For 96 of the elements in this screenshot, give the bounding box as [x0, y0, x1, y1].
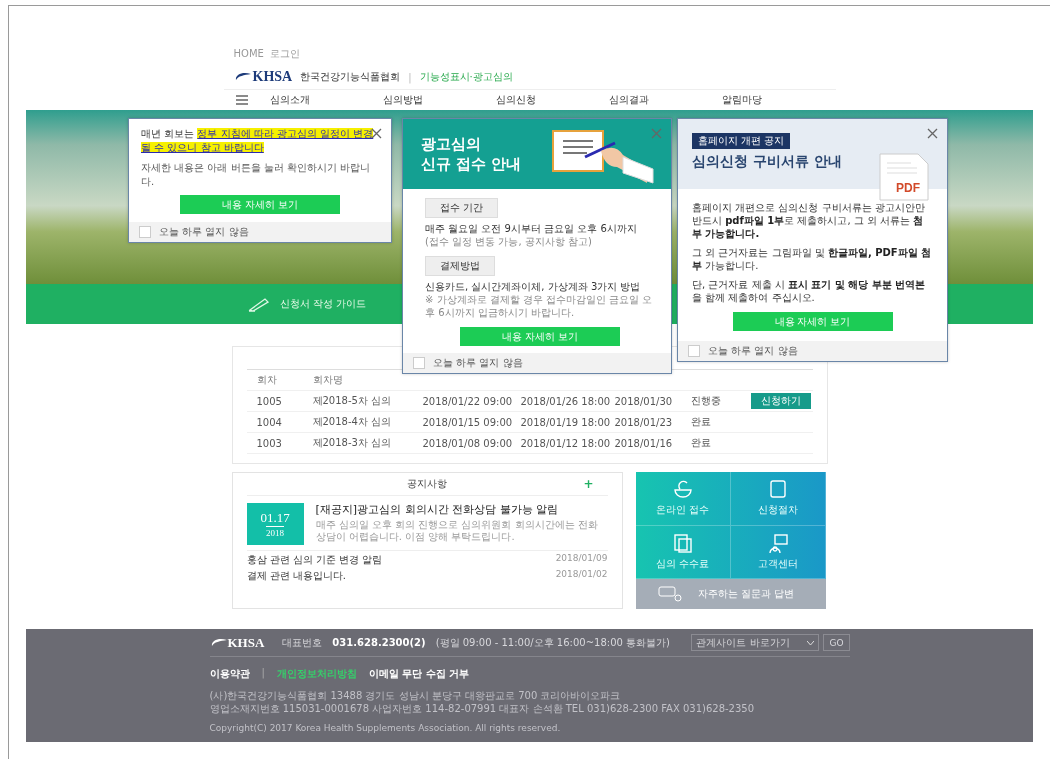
- table-cell: 2018/01/30: [614, 395, 673, 407]
- quick-menu-link[interactable]: 신청절차: [757, 503, 798, 518]
- nav-item[interactable]: 알림마당: [722, 93, 836, 107]
- popup-title: 심의신청 구비서류 안내: [692, 153, 843, 171]
- info-text: 매주 월요일 오전 9시부터 금요일 오후 6시까지: [425, 222, 638, 235]
- close-icon[interactable]: [371, 128, 382, 139]
- popup-title: 광고심의 신규 접수 안내: [421, 134, 522, 174]
- info-text: 신용카드, 실시간계좌이체, 가상계좌 3가지 방법: [425, 280, 642, 293]
- guide-link[interactable]: 신청서 작성 가이드: [280, 297, 367, 311]
- breadcrumb-link[interactable]: HOME: [233, 48, 264, 59]
- table-cell: 2018/01/12 18:00: [520, 437, 611, 449]
- table-cell: 1005: [256, 395, 282, 407]
- nav-item[interactable]: 심의방법: [383, 93, 497, 107]
- nav-item[interactable]: 심의신청: [496, 93, 610, 107]
- year-text: 2018: [266, 526, 284, 538]
- faq-link[interactable]: 자주하는 질문과 답변: [697, 587, 794, 601]
- checkbox-label[interactable]: 오늘 하루 열지 않음: [159, 225, 249, 239]
- table-cell: 완료: [690, 436, 711, 450]
- notice-summary: 매주 심의일 오후 회의 진행으로 심의위원회 회의시간에는 전화 상담이 어렵습니다. 이점 양해 부탁드립니다.: [315, 519, 599, 543]
- table-cell: 2018/01/16: [614, 437, 673, 449]
- info-text: 홈페이지 개편으로 심의신청 구비서류는 광고시안만 반드시 pdf파일 1부로 제출하시고, 그 외 서류는 첨부 가능합니다.: [692, 201, 926, 240]
- table-cell: 2018/01/19 18:00: [520, 416, 611, 428]
- footer-link[interactable]: 이메일 무단 수집 거부: [368, 667, 470, 681]
- phone-number: 031.628.2300(2): [332, 637, 426, 648]
- copyright-text: Copyright(C) 2017 Korea Health Supplements Association. All rights reserved.: [209, 723, 562, 733]
- notice-link[interactable]: 결제 관련 내용입니다.: [246, 569, 347, 583]
- checkbox-label[interactable]: 오늘 하루 열지 않음: [433, 356, 523, 370]
- table-cell: 1004: [256, 416, 282, 428]
- info-text: 그 외 근거자료는 그림파일 및 한글파일, PDF파일 첨부 가능합니다.: [692, 246, 933, 272]
- table-cell: 제2018-5차 심의: [312, 394, 392, 408]
- table-cell: 2018/01/08 09:00: [422, 437, 513, 449]
- breadcrumb-link[interactable]: 로그인: [269, 46, 300, 61]
- date-text: 01.17: [260, 510, 290, 526]
- notice-text: 자세한 내용은 아래 버튼을 눌러 확인하시기 바랍니다.: [141, 161, 372, 189]
- nav-item[interactable]: 심의결과: [609, 93, 723, 107]
- phone-label: 대표번호: [282, 635, 323, 650]
- site-select[interactable]: 관계사이트 바로가기: [691, 634, 820, 651]
- address-text: (사)한국건강기능식품협회 13488 경기도 성남시 분당구 대왕판교로 700 코리아바이오파크 영업소재지번호 115031-0001678 사업자번호 114-82-07991 대표자 손석환 TEL 031)628-2300 FAX 031)628-2350: [209, 689, 756, 715]
- swoosh-icon: [209, 637, 228, 648]
- table-cell: 2018/01/15 09:00: [422, 416, 513, 428]
- checkbox-label[interactable]: 오늘 하루 열지 않음: [708, 344, 798, 358]
- caret-icon: [807, 640, 815, 645]
- quick-menu-link[interactable]: 고객센터: [757, 556, 798, 571]
- table-cell: 완료: [690, 415, 711, 429]
- link-separator: |: [261, 667, 265, 681]
- notice-badge: 홈페이지 개편 공지: [692, 133, 791, 149]
- info-text: 단, 근거자료 제출 시 표시 표기 및 해당 부분 번역본을 함께 제출하여 주십시오.: [692, 278, 927, 304]
- quick-menu-link[interactable]: 온라인 접수: [655, 503, 710, 518]
- divider-text: |: [408, 71, 412, 83]
- chat-icon: [657, 586, 684, 602]
- table-cell: 제2018-3차 심의: [312, 436, 392, 450]
- table-cell: 1003: [256, 437, 282, 449]
- column-header: 회차: [256, 373, 277, 387]
- notice-date: 2018/01/09: [555, 553, 608, 565]
- footer-link[interactable]: 이용약관: [209, 667, 250, 681]
- close-icon[interactable]: [927, 128, 938, 139]
- logo-text: KHSA: [227, 634, 265, 651]
- notice-date: 2018/01/02: [555, 569, 608, 581]
- notice-text: 매년 회보는 정부 지침에 따라 광고심의 일정이 변경될 수 있으니 참고 바랍니다: [141, 127, 375, 155]
- pdf-file-icon: [879, 153, 929, 201]
- faq-bar[interactable]: 자주하는 질문과 답변: [635, 579, 826, 609]
- bowl-icon[interactable]: [671, 479, 694, 501]
- file-type-label: PDF: [896, 181, 920, 195]
- checkbox[interactable]: [413, 357, 425, 369]
- swoosh-icon: [233, 72, 252, 82]
- table-cell: 2018/01/23: [614, 416, 673, 428]
- section-title: 공지사항: [407, 477, 447, 491]
- more-link[interactable]: +: [583, 477, 594, 491]
- checkbox[interactable]: [139, 226, 151, 238]
- column-header: 회차명: [312, 373, 343, 387]
- logo-text: KHSA: [252, 69, 293, 85]
- details-button[interactable]: 내용 자세히 보기: [732, 312, 893, 331]
- info-text: (접수 일정 변동 가능, 공지사항 참고): [425, 235, 593, 248]
- info-text: ※ 가상계좌로 결제할 경우 접수마감일인 금요일 오후 6시까지 입금하시기 바랍니다.: [425, 293, 654, 319]
- menu-icon[interactable]: [235, 95, 249, 105]
- nav-item[interactable]: 심의소개: [270, 93, 384, 107]
- table-cell: 진행중: [690, 394, 721, 408]
- notice-link[interactable]: 홍삼 관련 심의 기준 변경 알림: [246, 553, 383, 567]
- section-label: 접수 기간: [425, 198, 499, 218]
- pen-icon[interactable]: [248, 296, 270, 312]
- details-button[interactable]: 내용 자세히 보기: [180, 195, 340, 214]
- service-name: 기능성표시·광고심의: [419, 70, 513, 84]
- footer-link[interactable]: 개인정보처리방침: [276, 667, 357, 681]
- checkbox[interactable]: [688, 345, 700, 357]
- notice-title[interactable]: [재공지]광고심의 회의시간 전화상담 불가능 알림: [315, 503, 608, 517]
- table-cell: 제2018-4차 심의: [312, 415, 392, 429]
- call-hours: (평일 09:00 - 11:00/오후 16:00~18:00 통화불가): [435, 635, 670, 650]
- go-button[interactable]: GO: [823, 634, 850, 651]
- apply-button[interactable]: 신청하기: [750, 393, 811, 409]
- section-label: 결제방법: [425, 256, 495, 276]
- table-cell: 2018/01/26 18:00: [520, 395, 611, 407]
- organization-name: 한국건강기능식품협회: [300, 70, 401, 84]
- quick-menu-link[interactable]: 심의 수수료: [655, 556, 710, 571]
- details-button[interactable]: 내용 자세히 보기: [460, 327, 620, 346]
- person-chat-icon[interactable]: [766, 532, 789, 554]
- table-cell: 2018/01/22 09:00: [422, 395, 513, 407]
